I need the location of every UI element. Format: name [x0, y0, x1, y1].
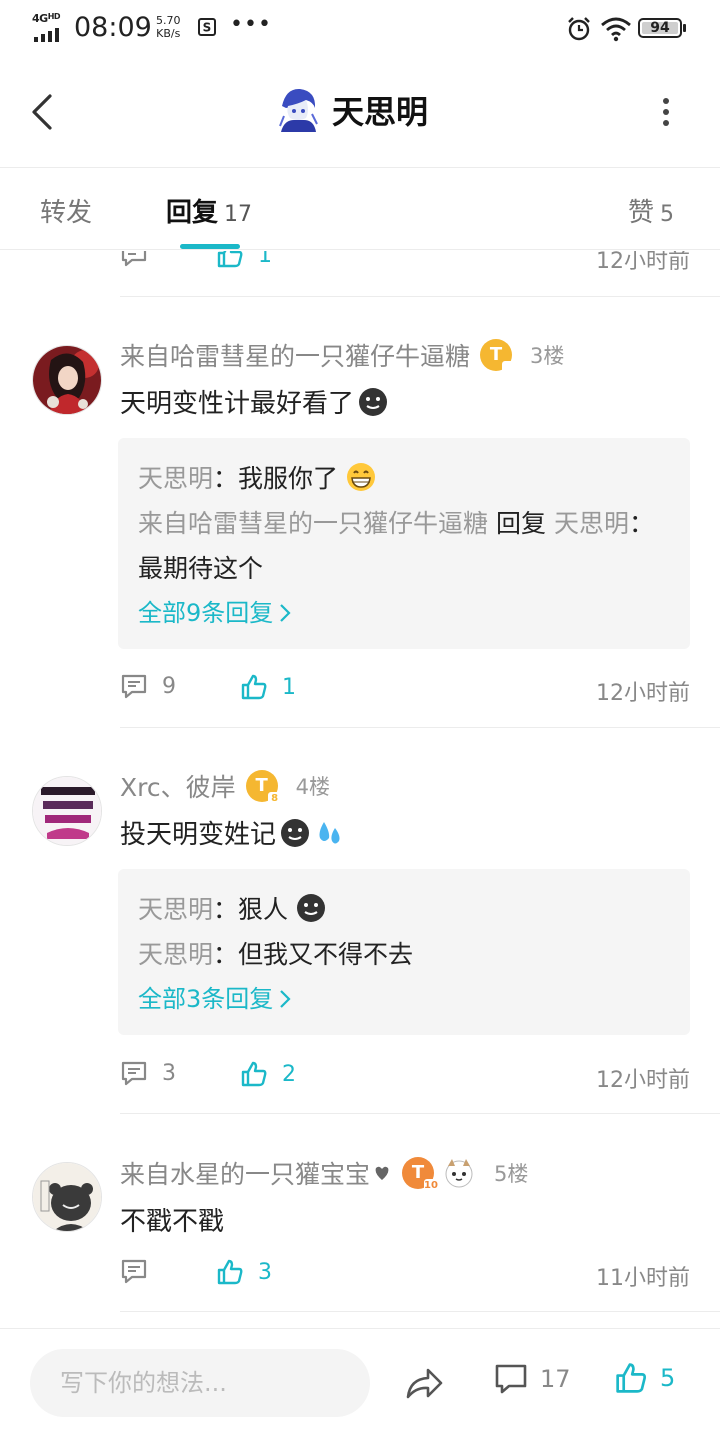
svg-text:S: S	[203, 21, 212, 35]
back-button[interactable]	[26, 90, 60, 134]
reply-item: 天思明：但我又不得不去	[138, 940, 414, 969]
network-speed: 5.70 KB/s	[156, 14, 181, 40]
comment-header: Xrc、彼岸 T 8 4楼	[120, 766, 330, 806]
comment-input[interactable]	[60, 1349, 350, 1417]
comment-time: 12小时前	[596, 251, 690, 274]
smirk-emoji-icon	[281, 818, 310, 847]
alarm-icon	[568, 17, 590, 41]
divider	[120, 296, 720, 297]
comment-time: 11小时前	[596, 1266, 690, 1291]
comment-actions: 1 12小时前	[120, 251, 690, 277]
comment-time: 12小时前	[596, 681, 690, 706]
reply-preview[interactable]: 天思明：我服你了 来自哈雷彗星的一只獾仔牛逼糖 回复 天思明：最期待这个 全部9…	[118, 438, 690, 649]
comment-time: 12小时前	[596, 1068, 690, 1093]
comment-icon	[121, 251, 147, 267]
thumbs-up-icon	[616, 1363, 646, 1393]
user-level-badge: T	[480, 339, 517, 375]
wifi-icon	[601, 17, 631, 42]
divider	[120, 1113, 720, 1114]
battery-icon: 94	[638, 18, 686, 40]
reply-item: 来自哈雷彗星的一只獾仔牛逼糖 回复 天思明：最期待这个	[138, 509, 654, 583]
comment-button[interactable]	[120, 251, 148, 267]
tab-reply[interactable]: 回复 17	[166, 192, 252, 229]
comment-input-container[interactable]	[30, 1349, 370, 1417]
grin-emoji-icon	[347, 463, 375, 491]
floor-number: 5楼	[494, 1162, 529, 1186]
reply-item: 天思明：狠人	[138, 887, 670, 932]
comment-text: 投天明变姓记	[120, 814, 344, 851]
sweat-drops-emoji-icon	[319, 821, 340, 843]
tab-likes[interactable]: 赞5	[628, 192, 674, 229]
pet-badge-icon	[445, 1159, 473, 1188]
status-bar: 4GHD 08:09 5.70 KB/s S ••• 94	[0, 0, 720, 56]
comment-actions: 3 2 12小时前	[120, 1056, 690, 1096]
commenter-avatar[interactable]	[32, 345, 102, 415]
comment-actions: 9 1 12小时前	[120, 669, 690, 709]
floor-number: 4楼	[295, 775, 330, 799]
chevron-right-icon	[280, 990, 291, 1008]
app-notification-icon: S	[198, 18, 216, 36]
commenter-name[interactable]: 来自水星的一只獾宝宝	[120, 1155, 370, 1191]
active-tab-indicator	[180, 244, 240, 249]
commenter-name[interactable]: Xrc、彼岸	[120, 768, 236, 804]
smirk-emoji-icon	[297, 894, 325, 922]
post-author[interactable]: 天思明	[276, 86, 428, 134]
divider	[120, 1311, 720, 1312]
share-button[interactable]	[404, 1365, 444, 1401]
like-button[interactable]: 1	[216, 251, 272, 269]
comment-actions: 3 11小时前	[120, 1254, 690, 1294]
user-level-badge: T 8	[245, 770, 282, 806]
like-button[interactable]: 3	[216, 1258, 272, 1286]
like-button[interactable]: 1	[240, 673, 296, 701]
thumbs-up-icon	[217, 1259, 243, 1285]
divider	[120, 727, 720, 728]
like-post-button[interactable]: 5	[614, 1361, 675, 1395]
smirk-emoji-icon	[359, 387, 388, 416]
comment-icon	[121, 674, 147, 699]
page-title: 天思明	[332, 93, 429, 131]
more-notifications-icon: •••	[230, 12, 272, 37]
view-all-replies-link[interactable]: 全部3条回复	[138, 979, 670, 1019]
tab-bar: 转发 回复 17 赞5	[0, 168, 720, 250]
commenter-avatar[interactable]	[32, 776, 102, 846]
more-options-button[interactable]	[650, 92, 682, 132]
commenter-avatar[interactable]	[32, 1162, 102, 1232]
comment-button[interactable]	[120, 1258, 162, 1284]
comment-icon	[495, 1364, 527, 1394]
thumbs-up-icon	[241, 674, 267, 700]
curly-heart-icon	[375, 1166, 389, 1180]
thumbs-up-icon	[241, 1061, 267, 1087]
floor-number: 3楼	[530, 344, 565, 368]
comment-icon	[121, 1259, 147, 1284]
comment-header: 来自哈雷彗星的一只獾仔牛逼糖 T 3楼	[120, 335, 564, 375]
comment-header: 来自水星的一只獾宝宝 T 10 5楼	[120, 1153, 528, 1193]
top-nav-bar: 天思明	[0, 56, 720, 168]
comment-icon	[121, 1061, 147, 1086]
reply-item: 天思明：我服你了	[138, 456, 670, 501]
like-button[interactable]: 2	[240, 1060, 296, 1088]
bottom-action-bar: 17 5	[0, 1328, 720, 1436]
cellular-signal-icon: 4GHD	[32, 12, 66, 42]
comments-button[interactable]: 17	[494, 1363, 571, 1395]
tab-forward[interactable]: 转发	[40, 192, 92, 229]
comment-button[interactable]: 9	[120, 673, 176, 699]
user-level-badge: T 10	[402, 1157, 439, 1193]
comment-text: 不戳不戳	[120, 1207, 225, 1237]
status-time: 08:09	[74, 12, 152, 43]
thumbs-up-icon	[217, 251, 243, 268]
comment-text: 天明变性计最好看了	[120, 383, 388, 420]
view-all-replies-link[interactable]: 全部9条回复	[138, 593, 670, 633]
chevron-right-icon	[280, 604, 291, 622]
author-avatar[interactable]	[276, 86, 320, 134]
battery-level: 94	[650, 20, 670, 36]
comment-button[interactable]: 3	[120, 1060, 176, 1086]
commenter-name[interactable]: 来自哈雷彗星的一只獾仔牛逼糖	[120, 337, 470, 373]
reply-preview[interactable]: 天思明：狠人 天思明：但我又不得不去 全部3条回复	[118, 869, 690, 1035]
comment-list[interactable]: 1 12小时前 来自哈雷彗星的一只獾仔牛逼糖 T 3楼 天明变性计最好看了 天思…	[0, 251, 720, 1328]
